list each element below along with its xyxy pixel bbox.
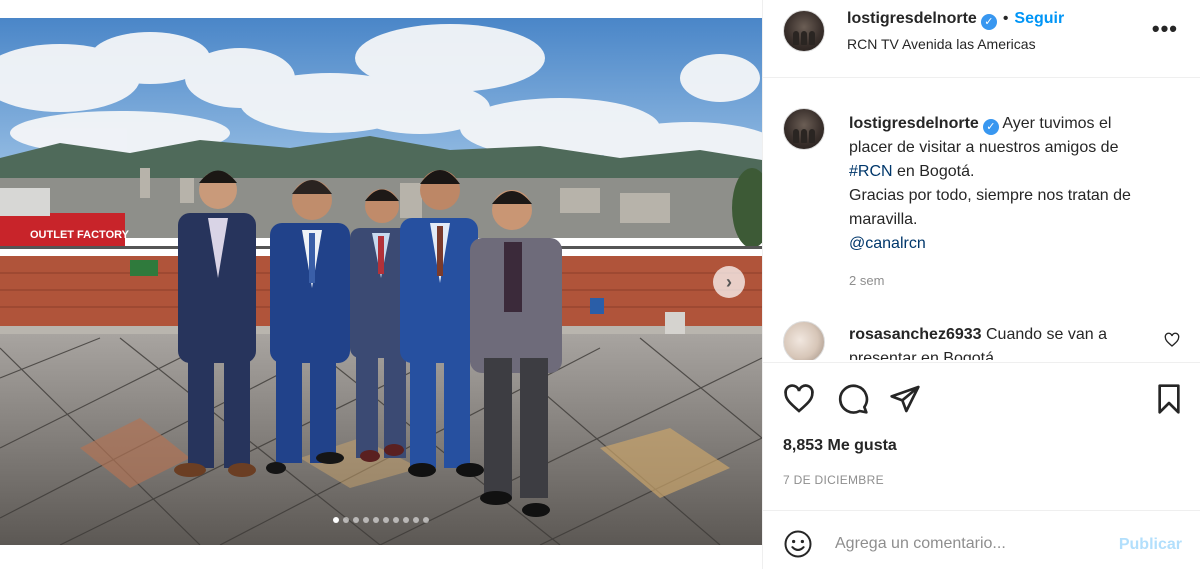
- caption-timestamp[interactable]: 2 sem: [849, 273, 884, 288]
- send-paper-plane-icon[interactable]: [889, 383, 921, 415]
- publish-button[interactable]: Publicar: [1119, 536, 1182, 554]
- commenter-username[interactable]: rosasanchez6933: [849, 326, 982, 343]
- caption-line: maravilla.: [849, 211, 918, 228]
- verified-badge-icon: ✓: [982, 119, 999, 135]
- comment-bubble-icon[interactable]: [837, 383, 869, 415]
- comment-like-heart-icon[interactable]: [1164, 332, 1180, 348]
- add-comment-bar: Publicar: [763, 510, 1200, 569]
- follow-button[interactable]: Seguir: [1014, 10, 1064, 27]
- emoji-face-icon[interactable]: [783, 529, 813, 559]
- caption-line: #RCN en Bogotá.: [849, 160, 1179, 184]
- verified-badge-icon: ✓: [980, 13, 997, 30]
- carousel-dot: [373, 517, 379, 523]
- action-bar: 8,853 Me gusta 7 DE DICIEMBRE: [763, 362, 1200, 510]
- carousel-dot: [353, 517, 359, 523]
- carousel-dot: [413, 517, 419, 523]
- post-location[interactable]: RCN TV Avenida las Americas: [847, 36, 1036, 52]
- carousel-dot: [333, 517, 339, 523]
- post-details-panel: lostigresdelnorte ✓ • Seguir RCN TV Avenida…: [762, 0, 1200, 569]
- avatar-figure: [801, 129, 807, 143]
- carousel-dot: [343, 517, 349, 523]
- header-title-row: lostigresdelnorte ✓ • Seguir: [847, 10, 1064, 30]
- comment-input[interactable]: [835, 527, 1095, 561]
- caption-text: en Bogotá.: [892, 163, 975, 180]
- avatar-figure: [793, 31, 799, 45]
- caption-username[interactable]: lostigresdelnorte: [849, 115, 979, 132]
- comments-section: lostigresdelnorte ✓ Ayer tuvimos el place…: [763, 78, 1200, 360]
- post-media: OUTLET FACTORY ›: [0, 0, 762, 569]
- caption-line: lostigresdelnorte ✓ Ayer tuvimos el: [849, 112, 1179, 136]
- carousel-next-button[interactable]: ›: [713, 266, 745, 298]
- mention-link[interactable]: @canalrcn: [849, 235, 926, 252]
- caption-line: @canalrcn: [849, 232, 1179, 256]
- avatar-figure: [801, 31, 807, 45]
- avatar-figure: [809, 31, 815, 45]
- post-header: lostigresdelnorte ✓ • Seguir RCN TV Avenida…: [763, 0, 1200, 78]
- heart-icon[interactable]: [783, 383, 815, 415]
- carousel-indicator: [0, 517, 762, 523]
- post-caption: lostigresdelnorte ✓ Ayer tuvimos el place…: [849, 112, 1179, 256]
- svg-text:OUTLET FACTORY: OUTLET FACTORY: [30, 229, 130, 241]
- comment: rosasanchez6933 Cuando se van a presenta…: [849, 323, 1149, 360]
- avatar-figure: [809, 129, 815, 143]
- bookmark-icon[interactable]: [1153, 383, 1185, 415]
- caption-text: Ayer tuvimos el: [1002, 115, 1112, 132]
- more-options-icon[interactable]: •••: [1152, 18, 1178, 40]
- hashtag-link[interactable]: #RCN: [849, 163, 893, 180]
- chevron-right-icon: ›: [726, 271, 732, 292]
- carousel-dot: [403, 517, 409, 523]
- caption-line: placer de visitar a nuestros amigos de: [849, 139, 1119, 156]
- carousel-dot: [363, 517, 369, 523]
- separator-bullet: •: [1002, 10, 1009, 27]
- carousel-dot: [423, 517, 429, 523]
- avatar-figure: [793, 129, 799, 143]
- author-avatar[interactable]: [783, 10, 825, 52]
- post-photo[interactable]: OUTLET FACTORY: [0, 18, 762, 545]
- caption-line: Gracias por todo, siempre nos tratan de: [849, 187, 1131, 204]
- caption-author-avatar[interactable]: [783, 108, 825, 150]
- commenter-avatar[interactable]: [783, 321, 825, 360]
- carousel-dot: [383, 517, 389, 523]
- author-username[interactable]: lostigresdelnorte: [847, 10, 977, 27]
- post-date[interactable]: 7 DE DICIEMBRE: [783, 473, 884, 487]
- carousel-dot: [393, 517, 399, 523]
- likes-count[interactable]: 8,853 Me gusta: [783, 437, 897, 455]
- photo-scene: OUTLET FACTORY: [0, 18, 762, 545]
